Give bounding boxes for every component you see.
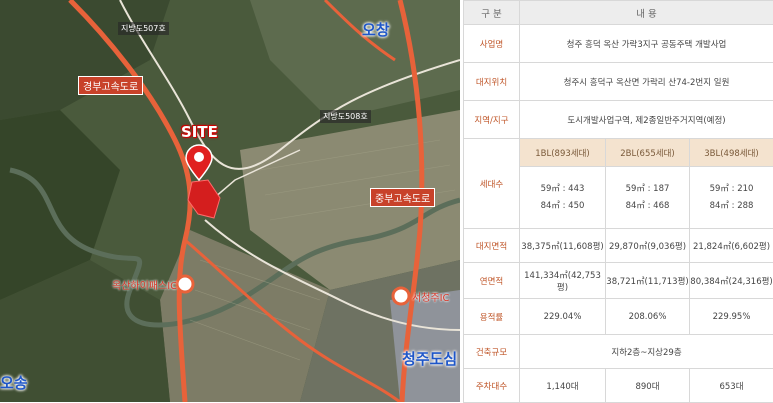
block-3-units: 59㎡ : 210 84㎡ : 288 [690, 167, 773, 229]
seochang-ic-label: 서청주IC [412, 289, 450, 304]
row-label-site-area: 대지면적 [464, 229, 520, 263]
location-map: 지방도507호 지방도508호 경부고속도로 중부고속도로 오창 청주도심 오송… [0, 0, 460, 402]
far-block-1: 229.04% [520, 299, 606, 335]
row-label-floor-area: 연면적 [464, 263, 520, 299]
far-block-2: 208.06% [606, 299, 690, 335]
block-3-59-units: 59㎡ : 210 [690, 181, 773, 198]
building-scale-value: 지하2층~지상29층 [520, 335, 773, 369]
block-1-59-units: 59㎡ : 443 [520, 181, 605, 198]
row-label-location: 대지위치 [464, 63, 520, 101]
block-2-units: 59㎡ : 187 84㎡ : 468 [606, 167, 690, 229]
local-road-507-label: 지방도507호 [118, 22, 169, 35]
floor-area-block-2: 38,721㎡(11,713평) [606, 263, 690, 299]
site-area-block-3: 21,824㎡(6,602평) [690, 229, 773, 263]
row-label-households: 세대수 [464, 139, 520, 229]
site-area-block-1: 38,375㎡(11,608평) [520, 229, 606, 263]
block-1-units: 59㎡ : 443 84㎡ : 450 [520, 167, 606, 229]
far-block-3: 229.95% [690, 299, 773, 335]
project-overview-table: 구 분 내 용 사업명 청주 흥덕 옥산 가락3지구 공동주택 개발사업 대지위… [463, 0, 773, 403]
row-label-far: 용적률 [464, 299, 520, 335]
parking-block-1: 1,140대 [520, 369, 606, 403]
project-name-value: 청주 흥덕 옥산 가락3지구 공동주택 개발사업 [520, 25, 773, 63]
jungbu-expressway-label: 중부고속도로 [370, 188, 435, 207]
zoning-value: 도시개발사업구역, 제2종일반주거지역(예정) [520, 101, 773, 139]
gyeongbu-expressway-label: 경부고속도로 [78, 76, 143, 95]
oksan-ic-label: 옥산하이패스IC [112, 277, 177, 292]
row-label-parking: 주차대수 [464, 369, 520, 403]
floor-area-block-3: 80,384㎡(24,316평) [690, 263, 773, 299]
block-2-84-units: 84㎡ : 468 [606, 198, 689, 215]
floor-area-block-1: 141,334㎡(42,753평) [520, 263, 606, 299]
parking-block-2: 890대 [606, 369, 690, 403]
row-label-building-scale: 건축규모 [464, 335, 520, 369]
location-value: 청주시 흥덕구 옥산면 가락리 산74-2번지 일원 [520, 63, 773, 101]
local-road-508-label: 지방도508호 [320, 110, 371, 123]
block-2-59-units: 59㎡ : 187 [606, 181, 689, 198]
block-1-84-units: 84㎡ : 450 [520, 198, 605, 215]
row-label-project-name: 사업명 [464, 25, 520, 63]
site-area-block-2: 29,870㎡(9,036평) [606, 229, 690, 263]
block-2-header: 2BL(655세대) [606, 139, 690, 167]
header-category: 구 분 [464, 1, 520, 25]
ochang-label: 오창 [362, 19, 390, 40]
block-3-header: 3BL(498세대) [690, 139, 773, 167]
block-3-84-units: 84㎡ : 288 [690, 198, 773, 215]
block-1-header: 1BL(893세대) [520, 139, 606, 167]
cheongju-doshim-label: 청주도심 [402, 348, 457, 369]
site-label: SITE [181, 123, 218, 141]
header-content: 내 용 [520, 1, 773, 25]
parking-block-3: 653대 [690, 369, 773, 403]
osong-label: 오송 [0, 372, 28, 393]
row-label-zoning: 지역/지구 [464, 101, 520, 139]
